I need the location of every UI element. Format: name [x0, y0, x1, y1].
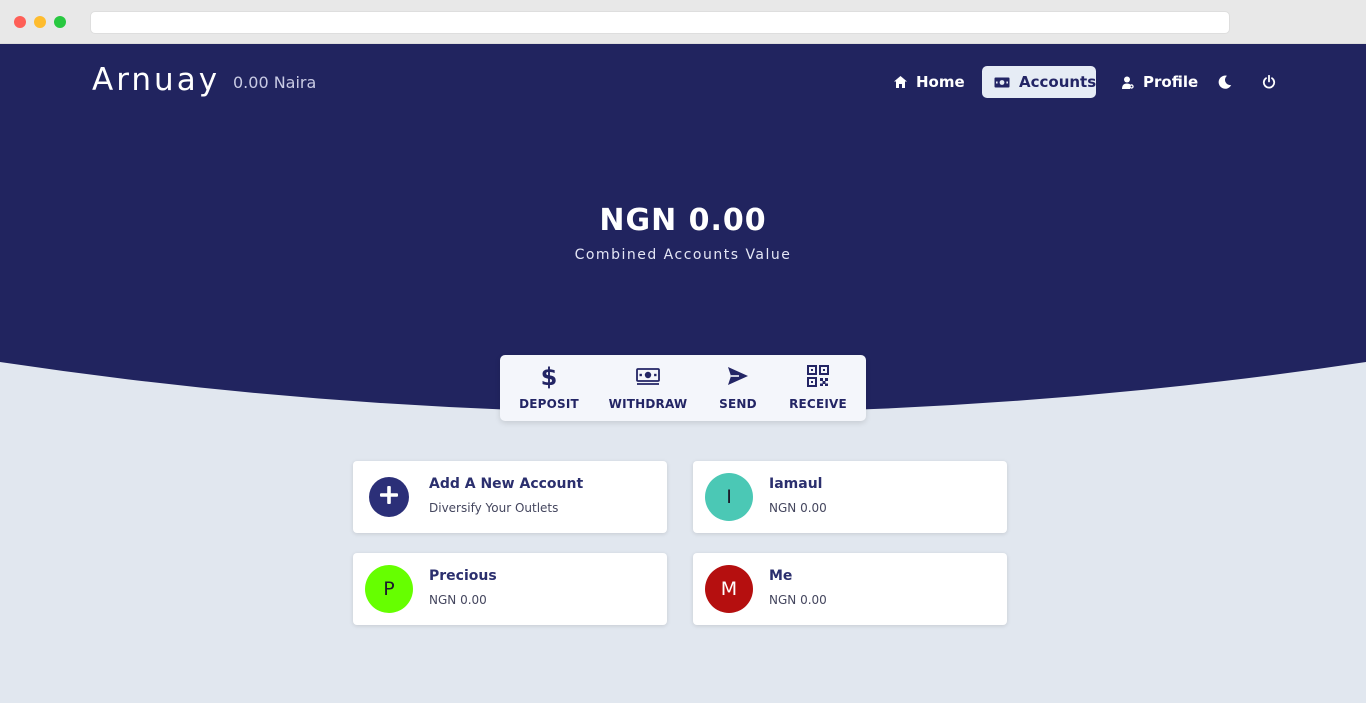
withdraw-button[interactable]: WITHDRAW [608, 355, 688, 421]
account-name: Iamaul [769, 476, 823, 492]
account-balance: NGN 0.00 [769, 593, 827, 607]
plus-icon [378, 484, 400, 511]
header-balance: 0.00 Naira [233, 73, 317, 92]
nav-profile[interactable]: Profile [1122, 66, 1198, 98]
account-avatar: I [705, 473, 753, 521]
account-name: Me [769, 568, 793, 584]
account-avatar: M [705, 565, 753, 613]
account-balance: NGN 0.00 [769, 501, 827, 515]
add-account-avatar [369, 477, 409, 517]
window-maximize-button[interactable] [54, 16, 66, 28]
deposit-label: DEPOSIT [519, 397, 579, 411]
quick-actions-bar: $ DEPOSIT WITHDRAW SEND RECEIVE [500, 355, 866, 421]
money-bill-icon [994, 77, 1010, 88]
account-balance: NGN 0.00 [429, 593, 487, 607]
window-close-button[interactable] [14, 16, 26, 28]
add-account-subtitle: Diversify Your Outlets [429, 501, 559, 515]
logout-button[interactable] [1262, 66, 1285, 98]
receive-label: RECEIVE [789, 397, 847, 411]
nav-accounts-label: Accounts [1019, 73, 1097, 91]
account-card-iamaul[interactable]: I Iamaul NGN 0.00 [693, 461, 1007, 533]
add-account-card[interactable]: Add A New Account Diversify Your Outlets [353, 461, 667, 533]
combined-value-amount: NGN 0.00 [599, 203, 767, 238]
nav-home[interactable]: Home [894, 66, 965, 98]
combined-value-caption: Combined Accounts Value [574, 247, 792, 263]
deposit-button[interactable]: $ DEPOSIT [514, 355, 584, 421]
money-bill-icon [636, 363, 660, 389]
moon-icon [1218, 75, 1232, 89]
add-account-title: Add A New Account [429, 476, 584, 492]
window-minimize-button[interactable] [34, 16, 46, 28]
send-label: SEND [719, 397, 757, 411]
paper-plane-icon [727, 363, 749, 389]
account-card-precious[interactable]: P Precious NGN 0.00 [353, 553, 667, 625]
withdraw-label: WITHDRAW [608, 397, 688, 411]
nav-home-label: Home [916, 73, 965, 91]
home-icon [894, 76, 907, 88]
dollar-icon: $ [541, 363, 557, 389]
nav-profile-label: Profile [1143, 73, 1199, 91]
address-bar[interactable] [90, 11, 1230, 34]
qr-code-icon [807, 363, 829, 389]
receive-button[interactable]: RECEIVE [786, 355, 850, 421]
browser-toolbar [0, 0, 1366, 44]
theme-toggle-button[interactable] [1218, 66, 1241, 98]
power-icon [1262, 75, 1276, 89]
user-gear-icon [1122, 76, 1134, 89]
nav-accounts[interactable]: Accounts [982, 66, 1096, 98]
account-name: Precious [429, 568, 497, 584]
account-card-me[interactable]: M Me NGN 0.00 [693, 553, 1007, 625]
app-logo[interactable]: Arnuay [92, 62, 220, 98]
svg-text:$: $ [541, 363, 557, 389]
account-avatar: P [365, 565, 413, 613]
send-button[interactable]: SEND [714, 355, 762, 421]
